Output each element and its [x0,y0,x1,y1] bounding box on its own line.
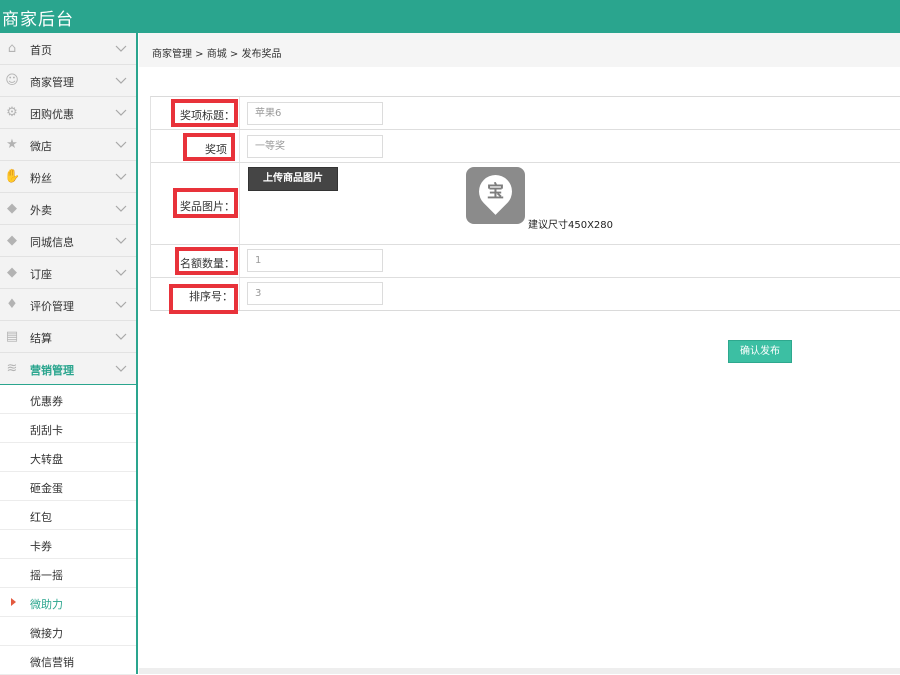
submenu-item-label: 优惠券 [30,395,63,408]
submenu-item-label: 大转盘 [30,453,63,466]
submenu-item[interactable]: 卡券 [0,530,136,559]
submenu-item[interactable]: 微助力 [0,588,136,617]
chevron-down-icon [115,365,127,372]
sidebar-item-label: 营销管理 [30,364,74,377]
confirm-publish-button[interactable]: 确认发布 [728,340,792,363]
user-icon: ☺ [5,73,19,88]
sidebar-item-label: 评价管理 [30,300,74,313]
tag-icon: ◆ [7,265,17,280]
sidebar-item-label: 团购优惠 [30,108,74,121]
prize-level-input[interactable] [247,135,383,158]
chevron-down-icon [115,301,127,308]
chevron-down-icon [115,141,127,148]
sidebar-item[interactable]: ◆ 同城信息 [0,225,136,257]
chevron-down-icon [115,333,127,340]
image-label: 奖品图片： [180,200,235,213]
sidebar-item[interactable]: ◆ 订座 [0,257,136,289]
app-title: 商家后台 [2,10,74,30]
submenu-item-label: 摇一摇 [30,569,63,582]
sidebar-item[interactable]: ≋ 营销管理 [0,353,136,385]
chevron-down-icon [115,237,127,244]
chevron-down-icon [115,45,127,52]
gear-icon: ⚙ [6,105,18,120]
submenu-item[interactable]: 优惠券 [0,385,136,414]
sidebar-item[interactable]: ☺ 商家管理 [0,65,136,97]
sidebar-item-label: 订座 [30,268,52,281]
sidebar-item-label: 同城信息 [30,236,74,249]
sidebar-item[interactable]: ✋ 粉丝 [0,161,136,193]
chart-icon: ▤ [5,329,19,344]
title-label: 奖项标题： [180,109,235,122]
submenu-item[interactable]: 红包 [0,501,136,530]
quota-input[interactable] [247,249,383,272]
submenu-item-label: 微助力 [30,598,63,611]
submenu-item[interactable]: 摇一摇 [0,559,136,588]
row-divider [151,244,900,245]
home-icon: ⌂ [7,41,17,56]
chevron-down-icon [115,205,127,212]
tie-icon: ♦ [6,297,18,312]
submenu-item[interactable]: 刮刮卡 [0,414,136,443]
upload-image-button[interactable]: 上传商品图片 [248,167,338,191]
hand-icon: ✋ [4,169,21,184]
current-marker-icon [11,598,16,606]
row-divider [151,129,900,130]
bottom-strip [139,668,900,674]
sort-label: 排序号： [189,290,233,303]
sidebar-item-label: 粉丝 [30,172,52,185]
row-divider [151,277,900,278]
thumb-glyph: 宝 [487,182,504,202]
layers-icon: ≋ [6,361,18,376]
sort-input[interactable] [247,282,383,305]
submenu-item[interactable]: 砸金蛋 [0,472,136,501]
prize-form: 奖项标题： 奖项 奖品图片： 上传商品图片 宝 建议尺寸450X280 名额数量… [150,96,900,314]
submenu-item[interactable]: 微接力 [0,617,136,646]
star-icon: ★ [6,137,18,152]
breadcrumb: 商家管理 > 商城 > 发布奖品 [139,33,900,67]
sidebar-item-label: 外卖 [30,204,52,217]
quota-label: 名额数量： [180,257,235,270]
top-bar: 商家后台 [0,0,900,33]
row-divider [151,162,900,163]
sidebar-item-label: 首页 [30,44,52,57]
chevron-down-icon [115,269,127,276]
submenu-item-label: 卡券 [30,540,52,553]
sidebar-item[interactable]: ◆ 外卖 [0,193,136,225]
submenu-item-label: 红包 [30,511,52,524]
prize-label: 奖项 [205,143,227,156]
sidebar-item-label: 商家管理 [30,76,74,89]
submenu-item-label: 微信营销 [30,656,74,669]
submenu-item[interactable]: 大转盘 [0,443,136,472]
sidebar-item-label: 微店 [30,140,52,153]
sidebar-item[interactable]: ⌂ 首页 [0,33,136,65]
sidebar-item[interactable]: ⚙ 团购优惠 [0,97,136,129]
prize-image-thumbnail: 宝 [466,167,525,224]
tag-icon: ◆ [7,201,17,216]
sidebar: ⌂ 首页 ☺ 商家管理 ⚙ 团购优惠 ★ 微店 ✋ 粉丝 ◆ 外卖 ◆ 同城信息 ◆ 订座 ♦ 评价管理 ▤ 结算 ≋ 营… [0,33,138,675]
submenu-item-label: 刮刮卡 [30,424,63,437]
chevron-down-icon [115,77,127,84]
size-hint: 建议尺寸450X280 [528,220,614,231]
chevron-down-icon [115,173,127,180]
sidebar-item[interactable]: ▤ 结算 [0,321,136,353]
prize-title-input[interactable] [247,102,383,125]
tag-icon: ◆ [7,233,17,248]
chevron-down-icon [115,109,127,116]
submenu-item[interactable]: 微信营销 [0,646,136,675]
breadcrumb-text: 商家管理 > 商城 > 发布奖品 [152,49,282,60]
submenu-item-label: 砸金蛋 [30,482,63,495]
sidebar-item[interactable]: ★ 微店 [0,129,136,161]
submenu-item-label: 微接力 [30,627,63,640]
sidebar-item[interactable]: ♦ 评价管理 [0,289,136,321]
sidebar-item-label: 结算 [30,332,52,345]
